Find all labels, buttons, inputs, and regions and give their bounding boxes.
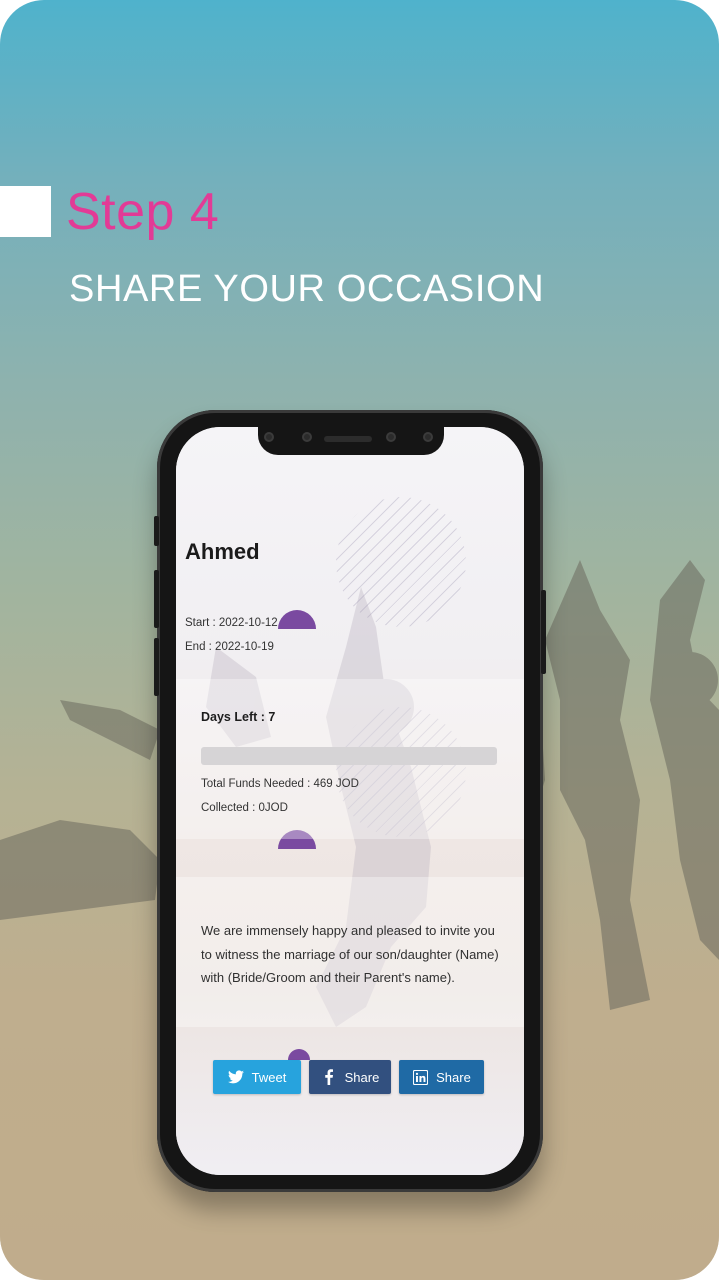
phone-screen: Ahmed Start : 2022-10-12 End : 2022-10-1… <box>176 427 524 1175</box>
occasion-page: Ahmed Start : 2022-10-12 End : 2022-10-1… <box>176 427 524 1175</box>
phone-volume-down <box>154 638 159 696</box>
twitter-icon <box>227 1069 244 1085</box>
phone-sensor <box>423 432 433 442</box>
facebook-share-button[interactable]: Share <box>309 1060 391 1094</box>
step-subtitle: SHARE YOUR OCCASION <box>69 268 545 310</box>
step-title: Step 4 <box>66 183 220 241</box>
onboarding-screen: Step 4 SHARE YOUR OCCASION Ahmed Start:… <box>0 0 719 1280</box>
tweet-button[interactable]: Tweet <box>213 1060 301 1094</box>
funds-collected: Collected : 0JOD <box>201 802 288 814</box>
phone-camera <box>302 432 312 442</box>
phone-sensor <box>386 432 396 442</box>
decor-hatch-circle <box>336 497 466 627</box>
phone-mockup: Ahmed Start : 2022-10-12 End : 2022-10-1… <box>154 410 546 1192</box>
funds-progress-bar <box>201 747 497 765</box>
end-date: End : 2022-10-19 <box>185 641 274 653</box>
step-marker <box>0 186 51 237</box>
occasion-name: Ahmed <box>185 539 260 564</box>
phone-speaker <box>324 436 372 442</box>
phone-camera <box>264 432 274 442</box>
linkedin-share-button[interactable]: Share <box>399 1060 484 1094</box>
facebook-icon <box>321 1069 337 1085</box>
tweet-button-label: Tweet <box>251 1069 287 1085</box>
phone-volume-up <box>154 570 159 628</box>
invitation-message: We are immensely happy and pleased to in… <box>201 923 499 985</box>
phone-mute-switch <box>154 516 159 546</box>
linkedin-share-label: Share <box>436 1069 471 1085</box>
phone-power-button <box>541 590 546 674</box>
linkedin-icon <box>412 1069 428 1085</box>
days-left: Days Left : 7 <box>201 710 276 724</box>
start-date: Start : 2022-10-12 <box>185 617 278 629</box>
funds-needed: Total Funds Needed : 469 JOD <box>201 778 359 790</box>
facebook-share-label: Share <box>344 1069 380 1085</box>
